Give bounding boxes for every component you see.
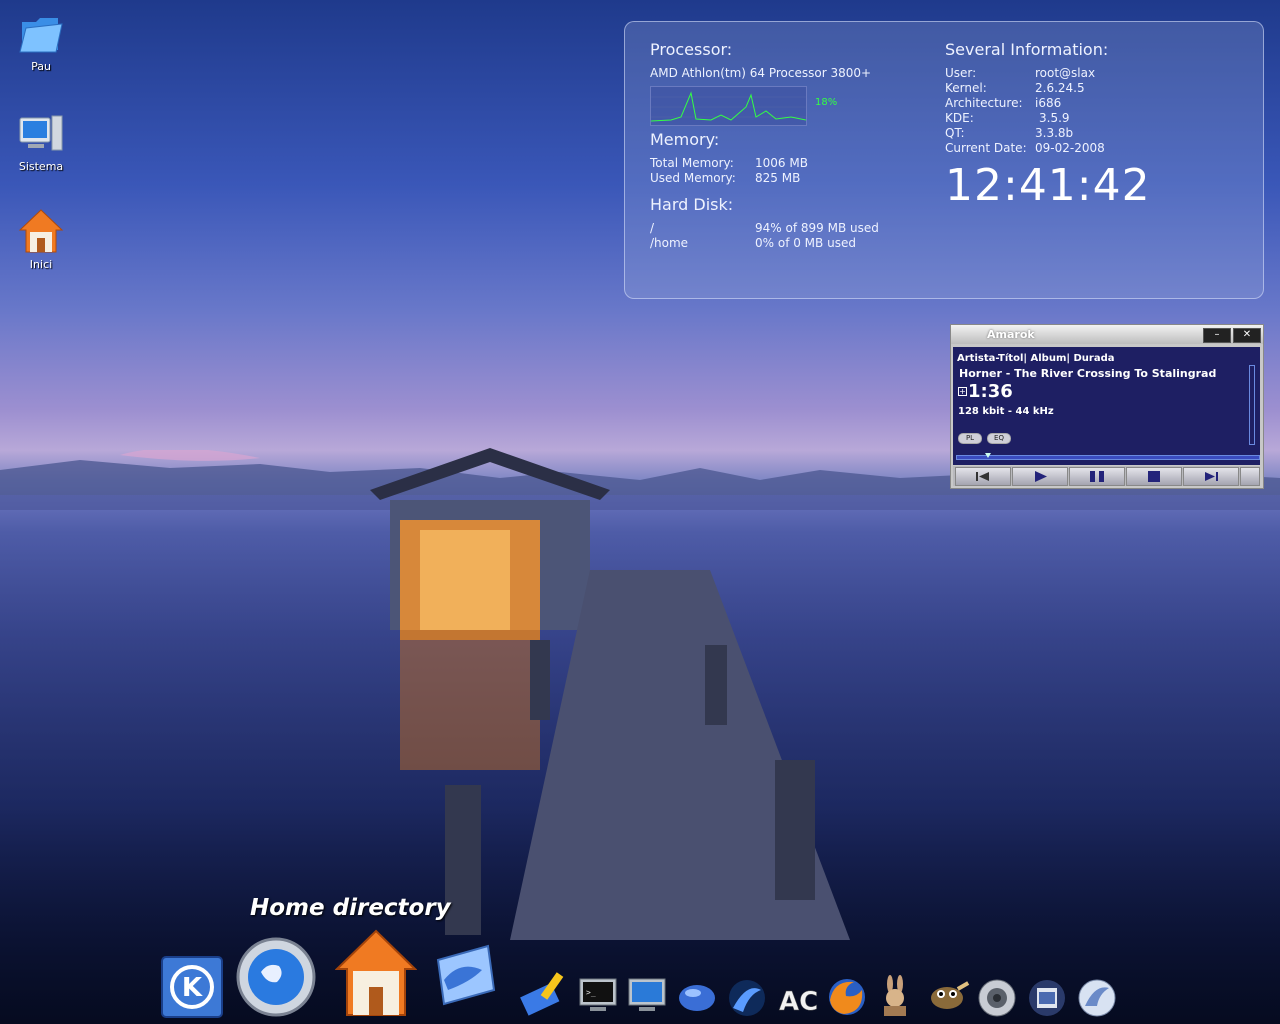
konsole-terminal-icon[interactable]: >_: [578, 975, 618, 1019]
amarok-window[interactable]: Amarok – ✕ Artista-Títol| Album| Durada …: [950, 324, 1264, 489]
gimp-icon[interactable]: [927, 980, 971, 1018]
firefox-icon[interactable]: [826, 976, 868, 1022]
pause-icon: [1090, 471, 1104, 482]
stop-button[interactable]: [1126, 467, 1182, 486]
kate-editor-icon[interactable]: [518, 968, 568, 1020]
minimize-button[interactable]: –: [1203, 328, 1231, 343]
amarok-titlebar[interactable]: Amarok – ✕: [951, 325, 1263, 344]
boathouse-pier: [370, 448, 850, 940]
speaker-icon[interactable]: [977, 978, 1017, 1022]
next-button[interactable]: [1183, 467, 1239, 486]
kde-menu-icon[interactable]: K: [160, 955, 224, 1023]
media-player-icon[interactable]: [1027, 978, 1067, 1022]
play-icon: [1035, 471, 1047, 482]
total-memory-label: Total Memory:: [650, 156, 734, 170]
play-button[interactable]: [1012, 467, 1068, 486]
desktop-icon-label: Pau: [31, 60, 51, 73]
seek-bar[interactable]: [956, 455, 1260, 460]
kde-label: KDE:: [945, 111, 974, 125]
disk-home-value: 0% of 0 MB used: [755, 236, 856, 250]
amarok-display: Artista-Títol| Album| Durada Horner - Th…: [953, 347, 1260, 465]
close-button[interactable]: ✕: [1233, 328, 1261, 343]
previous-icon: [976, 472, 989, 481]
disk-root-label: /: [650, 221, 655, 235]
kmail-icon[interactable]: [430, 940, 500, 1014]
qt-label: QT:: [945, 126, 965, 140]
desktop-icon-sistema[interactable]: Sistema: [1, 112, 81, 173]
desktop-icon-label: Sistema: [18, 160, 64, 173]
total-memory-value: 1006 MB: [755, 156, 808, 170]
svg-text:AC: AC: [779, 987, 818, 1016]
arch-value: i686: [1035, 96, 1062, 110]
disk-home-label: /home: [650, 236, 689, 250]
dolphin-icon[interactable]: [1077, 978, 1117, 1022]
cpu-graph-line: [650, 91, 807, 122]
amarok-title: Amarok: [987, 328, 1035, 341]
info-heading: Several Information:: [945, 40, 1109, 59]
amarok-logo-button[interactable]: [1240, 467, 1260, 486]
stop-icon: [1148, 471, 1160, 482]
playlist-header: Artista-Títol| Album| Durada: [957, 353, 1115, 364]
date-label: Current Date:: [945, 141, 1027, 155]
pause-button[interactable]: [1069, 467, 1125, 486]
ac-text-icon[interactable]: AC: [777, 980, 819, 1020]
desktop-icon-label: Inici: [29, 258, 53, 271]
user-label: User:: [945, 66, 977, 80]
track-title: Horner - The River Crossing To Stalingra…: [959, 367, 1217, 380]
previous-button[interactable]: [955, 467, 1011, 486]
konqueror-globe-icon[interactable]: [233, 934, 319, 1024]
qt-value: 3.3.8b: [1035, 126, 1074, 140]
used-memory-value: 825 MB: [755, 171, 801, 185]
dock-caption: Home directory: [250, 895, 451, 921]
hard-disk-heading: Hard Disk:: [650, 195, 734, 214]
svg-text:>_: >_: [586, 988, 596, 997]
processor-heading: Processor:: [650, 40, 733, 59]
computer-icon: [19, 115, 63, 151]
cpu-usage-graph: [650, 86, 807, 126]
used-memory-label: Used Memory:: [650, 171, 736, 185]
home-icon: [18, 209, 64, 253]
equalizer-toggle-button[interactable]: EQ: [987, 433, 1011, 444]
system-info-panel: Processor: AMD Athlon(tm) 64 Processor 3…: [624, 21, 1264, 299]
arch-label: Architecture:: [945, 96, 1023, 110]
seek-handle[interactable]: [985, 453, 991, 458]
bitrate: 128 kbit - 44 kHz: [958, 406, 1054, 417]
disk-root-value: 94% of 899 MB used: [755, 221, 879, 235]
home-folder-icon[interactable]: [334, 929, 418, 1023]
digital-clock: 12:41:42: [945, 160, 1151, 211]
svg-text:K: K: [182, 973, 203, 1003]
elapsed-time: 1:36: [968, 381, 1013, 402]
desktop-icon[interactable]: [627, 975, 667, 1019]
desktop-icon-pau[interactable]: Pau: [1, 12, 81, 73]
plus-icon: +: [958, 387, 967, 396]
browser-swirl-icon[interactable]: [727, 978, 767, 1022]
kernel-value: 2.6.24.5: [1035, 81, 1085, 95]
user-value: root@slax: [1035, 66, 1096, 80]
folder-icon: [19, 18, 63, 53]
playlist-toggle-button[interactable]: PL: [958, 433, 982, 444]
playback-controls: [953, 466, 1260, 486]
cpu-percent: 18%: [815, 97, 838, 108]
kde-value: 3.5.9: [1039, 111, 1070, 125]
desktop-icon-inici[interactable]: Inici: [1, 208, 81, 271]
next-icon: [1205, 472, 1218, 481]
amule-bunny-icon[interactable]: [878, 974, 914, 1024]
kernel-label: Kernel:: [945, 81, 987, 95]
memory-heading: Memory:: [650, 130, 720, 149]
kde-sphere-icon[interactable]: [677, 980, 717, 1018]
date-value: 09-02-2008: [1035, 141, 1105, 155]
processor-model: AMD Athlon(tm) 64 Processor 3800+: [650, 66, 872, 80]
volume-slider[interactable]: [1249, 365, 1255, 445]
